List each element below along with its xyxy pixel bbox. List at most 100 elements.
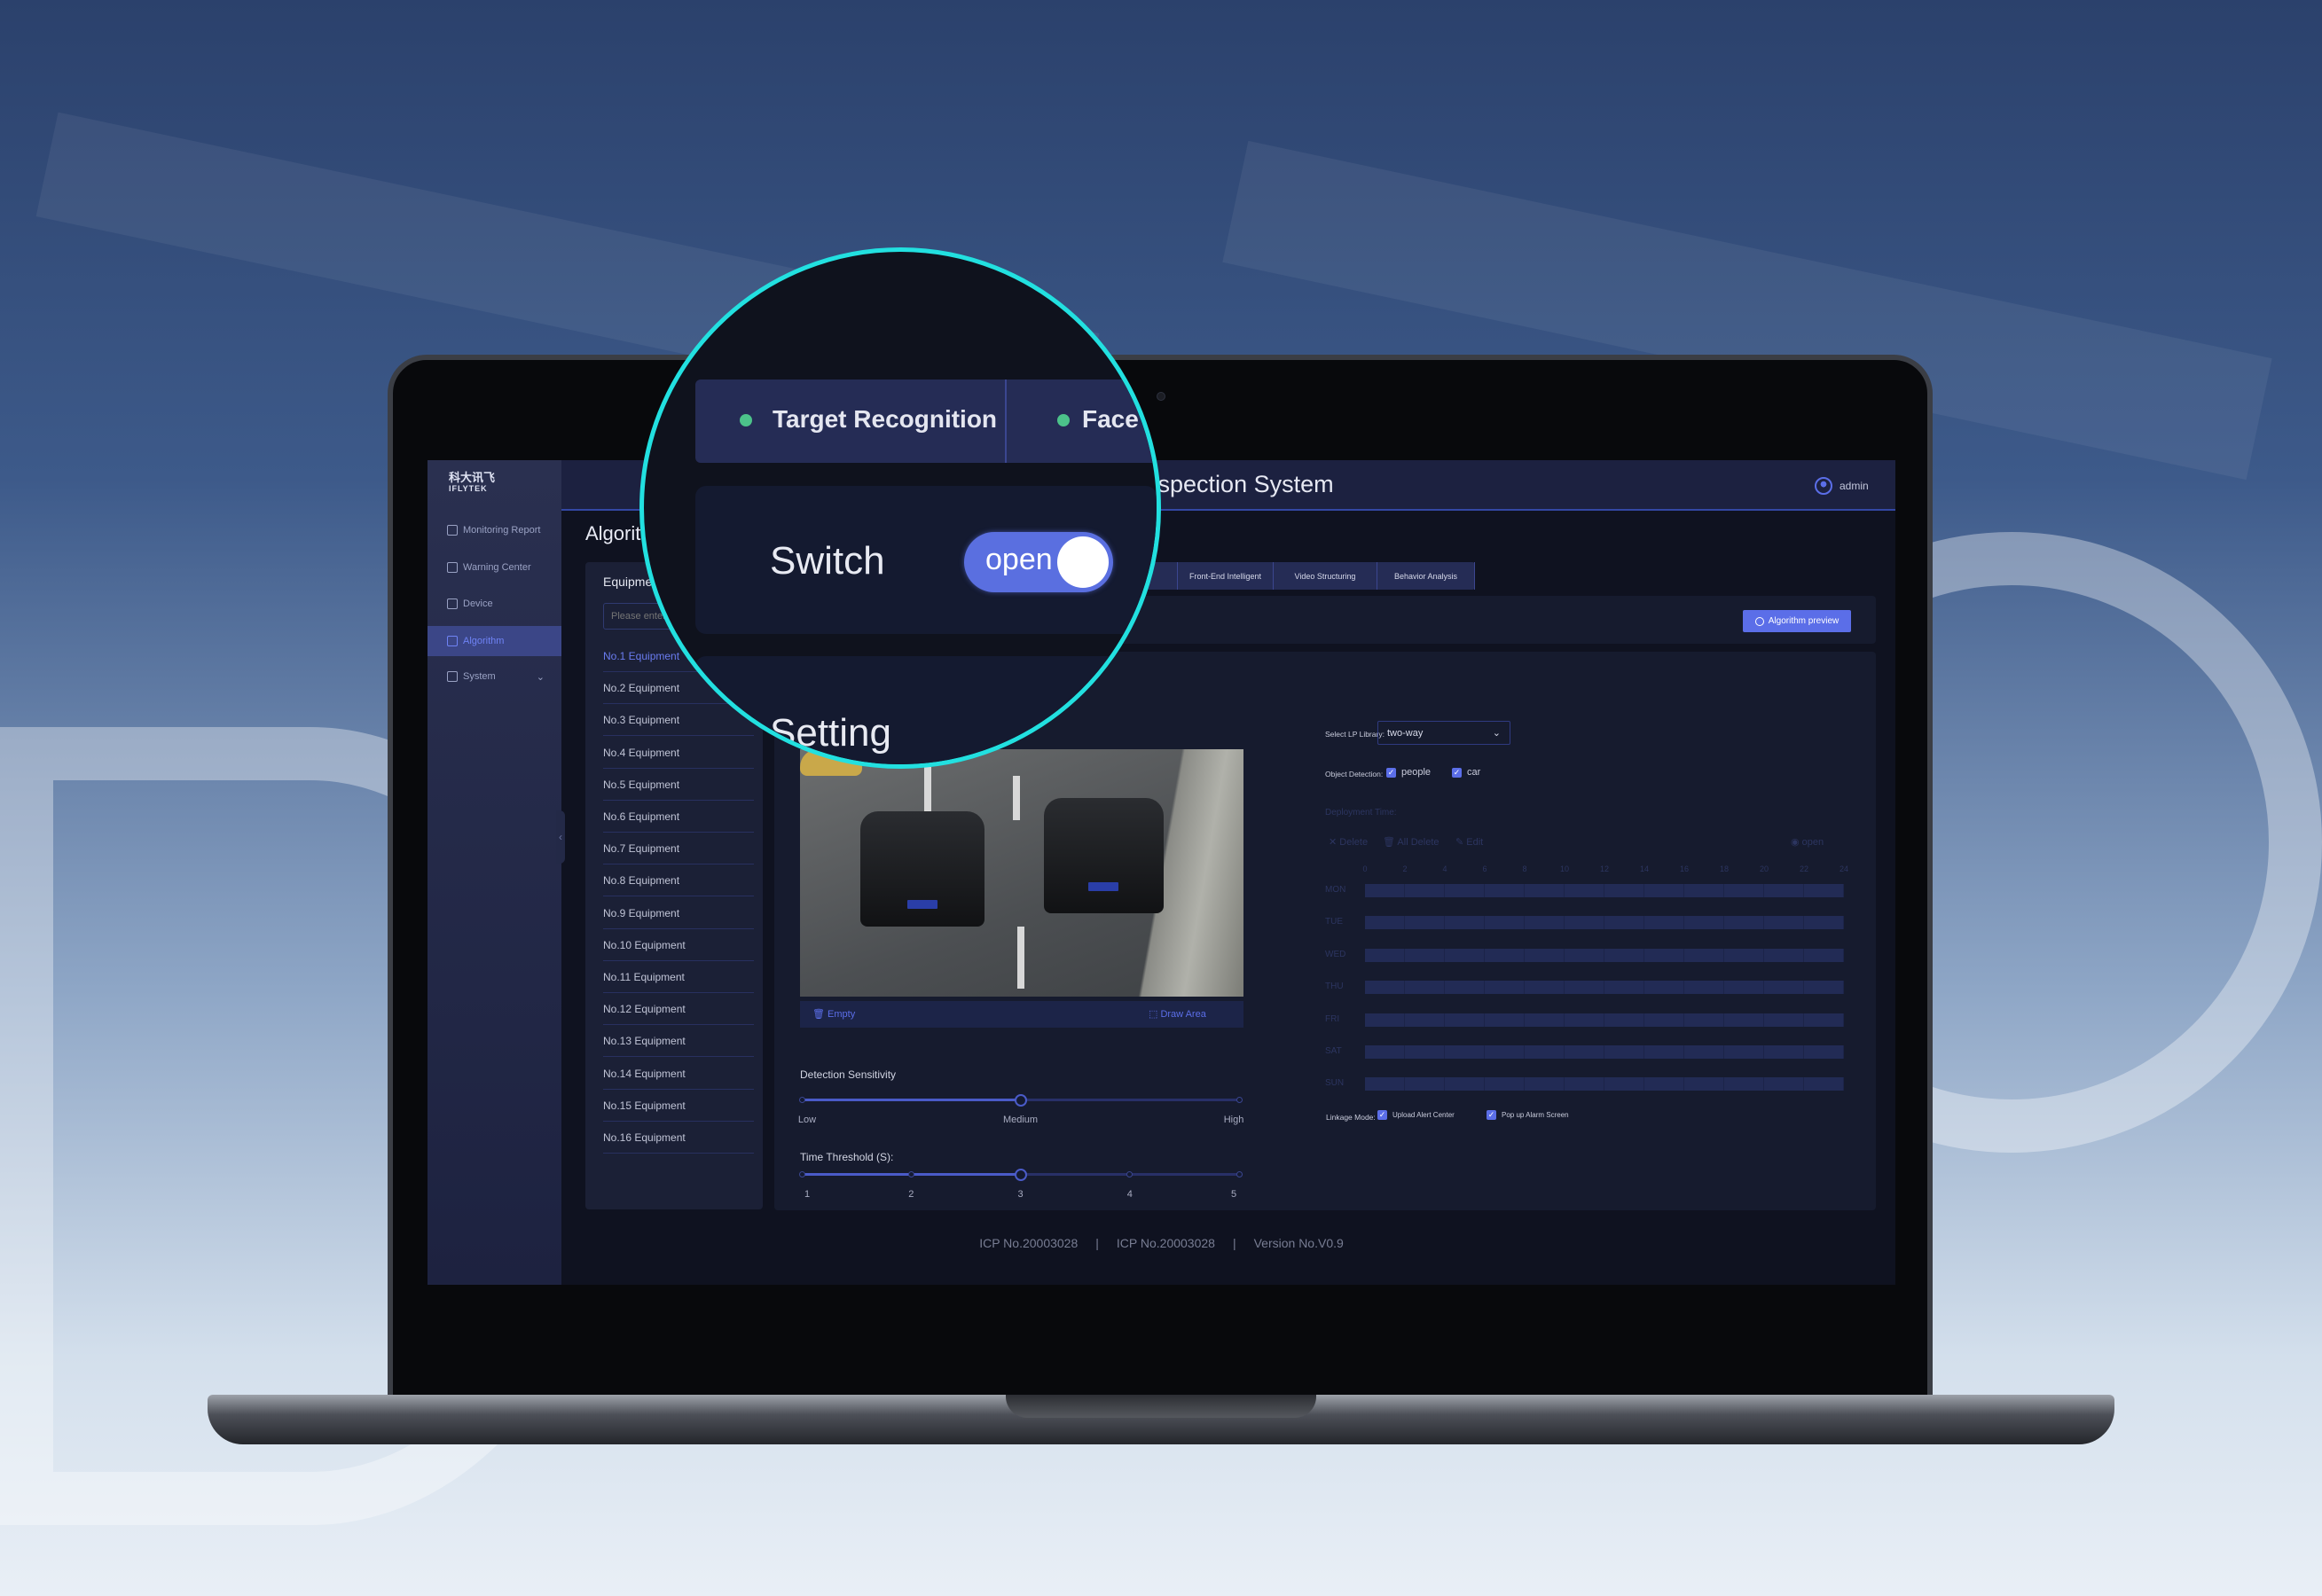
slider-thumb[interactable] <box>1014 1093 1027 1107</box>
sidebar-item-system[interactable]: System ⌄ <box>428 661 561 692</box>
algorithm-switch-toggle[interactable]: open <box>964 532 1113 592</box>
hour-label: 20 <box>1759 864 1769 873</box>
equipment-list-item[interactable]: No.7 Equipment <box>603 833 754 865</box>
checkbox-car[interactable]: ✓ car <box>1452 767 1480 778</box>
sidebar-item-warning-center[interactable]: Warning Center <box>428 552 561 583</box>
user-avatar-icon <box>1815 477 1832 495</box>
day-schedule-row[interactable] <box>1365 1077 1844 1091</box>
sidebar-item-monitoring-report[interactable]: Monitoring Report <box>428 515 561 545</box>
app-screen: 科大讯飞 IFLYTEK Monitoring Report Warning Cen… <box>428 460 1895 1285</box>
slider-stop[interactable] <box>798 1097 805 1103</box>
hour-label: 10 <box>1559 864 1570 873</box>
checkbox-label: Pop up Alarm Screen <box>1502 1111 1569 1119</box>
lp-library-label: Select LP Library: <box>1325 730 1385 739</box>
equipment-list-item[interactable]: No.6 Equipment <box>603 801 754 833</box>
open-radio[interactable]: ◉ open <box>1791 836 1824 848</box>
checkbox-upload-alert-center[interactable]: ✓ Upload Alert Center <box>1377 1110 1455 1120</box>
sidebar-item-label: Device <box>463 598 493 609</box>
draw-area-button[interactable]: ⬚ Draw Area <box>1149 1008 1206 1020</box>
day-label: WED <box>1325 949 1346 959</box>
user-menu[interactable]: admin <box>1815 477 1869 495</box>
sidebar-item-label: Algorithm <box>463 636 505 646</box>
lp-library-select[interactable]: two-way ⌄ <box>1377 721 1510 745</box>
day-schedule-row[interactable] <box>1365 884 1844 897</box>
checkbox-label: Upload Alert Center <box>1392 1111 1455 1119</box>
sidebar-item-algorithm[interactable]: Algorithm <box>428 626 561 656</box>
day-schedule-row[interactable] <box>1365 1045 1844 1059</box>
equipment-list-item[interactable]: No.8 Equipment <box>603 864 754 897</box>
checkmark-icon: ✓ <box>1386 767 1396 778</box>
deployment-time-label: Deployment Time: <box>1325 808 1397 818</box>
checkmark-icon: ✓ <box>1377 1110 1387 1120</box>
magnified-tab-target-recognition[interactable]: Target Recognition <box>773 405 997 434</box>
empty-button[interactable]: 🗑 Empty <box>812 1008 855 1020</box>
slider-stop[interactable] <box>1236 1097 1243 1103</box>
slider-tick-label: High <box>1223 1115 1244 1125</box>
hour-label: 16 <box>1679 864 1690 873</box>
checkmark-icon: ✓ <box>1487 1110 1496 1120</box>
linkage-mode-label: Linkage Mode: <box>1326 1113 1376 1122</box>
footer-text: Version No.V0.9 <box>1253 1236 1344 1250</box>
delete-label: Delete <box>1339 837 1369 848</box>
status-dot-icon <box>1057 414 1070 426</box>
magnified-tab-face-recognition[interactable]: Face Recognition <box>1082 405 1157 434</box>
chevron-down-icon: ⌄ <box>536 671 545 683</box>
delete-button[interactable]: ✕ Delete <box>1329 836 1368 848</box>
chart-icon <box>447 525 458 536</box>
tab-behavior-analysis[interactable]: Behavior Analysis <box>1377 562 1475 590</box>
equipment-list-item[interactable]: No.16 Equipment <box>603 1122 754 1154</box>
device-icon <box>447 598 458 609</box>
day-schedule-row[interactable] <box>1365 981 1844 995</box>
lane-mark <box>1017 927 1024 989</box>
hour-label: 6 <box>1482 864 1487 873</box>
all-delete-button[interactable]: 🗑 All Delete <box>1383 836 1439 848</box>
equipment-list-item[interactable]: No.15 Equipment <box>603 1090 754 1122</box>
threshold-slider[interactable]: 1 2 3 4 5 <box>798 1168 1243 1209</box>
day-schedule-row[interactable] <box>1365 948 1844 962</box>
lane-mark <box>1013 776 1020 820</box>
day-schedule-row[interactable] <box>1365 916 1844 930</box>
slider-stop[interactable] <box>907 1171 914 1177</box>
slider-thumb[interactable] <box>1014 1168 1027 1181</box>
magnified-tabs: Target Recognition Face Recognition <box>695 379 1157 463</box>
checkbox-people[interactable]: ✓ people <box>1386 767 1431 778</box>
hour-label: 8 <box>1522 864 1527 873</box>
sidebar-item-device[interactable]: Device <box>428 589 561 619</box>
lp-library-value: two-way <box>1387 727 1424 739</box>
equipment-list-item[interactable]: No.14 Equipment <box>603 1058 754 1090</box>
system-icon <box>447 671 458 682</box>
slider-stop[interactable] <box>1126 1171 1134 1177</box>
camera-snapshot[interactable] <box>800 749 1243 997</box>
hour-label: 12 <box>1599 864 1610 873</box>
eye-icon <box>1754 616 1764 626</box>
status-dot-icon <box>740 414 752 426</box>
empty-label: Empty <box>828 1009 856 1020</box>
edit-button[interactable]: ✎ Edit <box>1455 836 1483 848</box>
algorithm-preview-button[interactable]: Algorithm preview <box>1743 610 1851 632</box>
footer-divider: | <box>1232 1236 1236 1250</box>
edit-label: Edit <box>1466 837 1484 848</box>
sidebar-item-label: Warning Center <box>463 562 531 573</box>
snapshot-toolbar: 🗑 Empty ⬚ Draw Area <box>800 1001 1243 1028</box>
footer-text: ICP No.20003028 <box>979 1236 1079 1250</box>
checkbox-pop-up-alarm-screen[interactable]: ✓ Pop up Alarm Screen <box>1487 1110 1569 1120</box>
equipment-list-item[interactable]: No.9 Equipment <box>603 897 754 929</box>
equipment-list-item[interactable]: No.11 Equipment <box>603 961 754 993</box>
laptop-notch <box>1006 1395 1316 1418</box>
hour-label: 2 <box>1402 864 1408 873</box>
chevron-down-icon: ⌄ <box>1492 728 1501 739</box>
tab-front-end-intelligent[interactable]: Front-End Intelligent <box>1178 562 1274 590</box>
day-schedule-row[interactable] <box>1365 1013 1844 1027</box>
collapse-sidebar-button[interactable]: ‹ <box>556 810 565 864</box>
deployment-schedule[interactable]: 0 2 4 6 8 10 12 14 16 18 20 22 24 MON TUE WED THU FRI SAT S… <box>1325 864 1857 1113</box>
equipment-list-item[interactable]: No.5 Equipment <box>603 769 754 801</box>
equipment-list-item[interactable]: No.13 Equipment <box>603 1025 754 1058</box>
slider-stop[interactable] <box>1236 1171 1243 1177</box>
hour-label: 0 <box>1362 864 1368 873</box>
slider-tick-label: 3 <box>1017 1189 1024 1200</box>
sensitivity-slider[interactable]: Low Medium High <box>798 1093 1243 1134</box>
slider-stop[interactable] <box>798 1171 805 1177</box>
tab-video-structuring[interactable]: Video Structuring <box>1274 562 1377 590</box>
equipment-list-item[interactable]: No.10 Equipment <box>603 929 754 961</box>
equipment-list-item[interactable]: No.12 Equipment <box>603 993 754 1026</box>
